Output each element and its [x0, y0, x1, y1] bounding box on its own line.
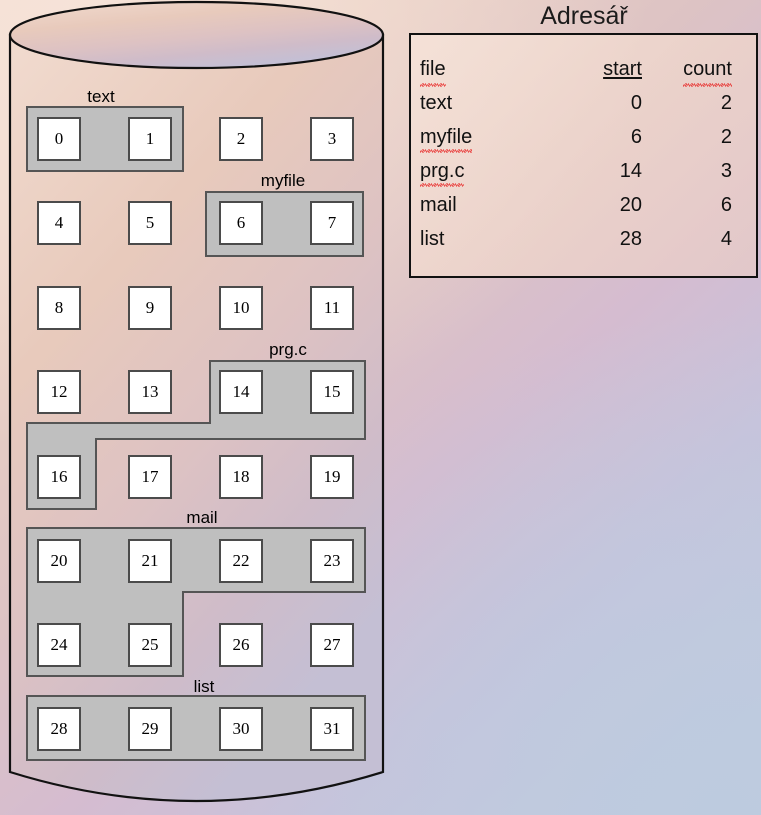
table-row: prg.c 14 3: [420, 154, 732, 188]
column-header-file: file: [420, 52, 552, 87]
cell-file: list: [420, 222, 552, 256]
disk-block-10: 10: [219, 286, 263, 330]
disk-block-29: 29: [128, 707, 172, 751]
region-label-prgc: prg.c: [269, 340, 307, 359]
disk-block-26: 26: [219, 623, 263, 667]
disk-block-3: 3: [310, 117, 354, 161]
disk-block-20: 20: [37, 539, 81, 583]
page-root: text myfile prg.c mail list 0 1 2 3 4 5 6 7 8 9 10…: [0, 0, 761, 815]
directory-table-body: text 0 2 myfile 6 2 prg.c 14 3 mail 20 6 list 28 4: [420, 86, 732, 256]
cell-count: 3: [720, 159, 732, 182]
cell-file-label: list: [420, 227, 445, 250]
disk-block-28: 28: [37, 707, 81, 751]
disk-block-18: 18: [219, 455, 263, 499]
table-row: mail 20 6: [420, 188, 732, 222]
disk-block-25: 25: [128, 623, 172, 667]
disk-block-31: 31: [310, 707, 354, 751]
disk-block-15: 15: [310, 370, 354, 414]
region-label-list: list: [193, 677, 215, 696]
table-row: myfile 6 2: [420, 120, 732, 154]
disk-block-17: 17: [128, 455, 172, 499]
column-header-count: count: [642, 52, 732, 87]
column-header-start-label: start: [603, 57, 642, 80]
disk-block-9: 9: [128, 286, 172, 330]
cell-file: text: [420, 86, 552, 120]
cell-start: 14: [619, 159, 642, 182]
disk-block-6: 6: [219, 201, 263, 245]
disk-block-13: 13: [128, 370, 172, 414]
cell-file: mail: [420, 188, 552, 222]
directory-table: file start count text 0 2 myfile 6 2 prg.c 14 3 m…: [409, 33, 758, 278]
cell-start: 0: [630, 91, 642, 114]
table-row: text 0 2: [420, 86, 732, 120]
table-header-row: file start count: [420, 52, 732, 87]
cell-start: 6: [630, 125, 642, 148]
disk-block-5: 5: [128, 201, 172, 245]
directory-title: Adresář: [540, 2, 628, 30]
cell-start: 20: [619, 193, 642, 216]
cell-file: myfile: [420, 120, 552, 154]
disk-block-0: 0: [37, 117, 81, 161]
disk-block-27: 27: [310, 623, 354, 667]
cell-file-label: text: [420, 91, 453, 114]
column-header-start: start: [552, 52, 642, 86]
cell-file: prg.c: [420, 154, 552, 188]
cell-count: 4: [720, 227, 732, 250]
disk-block-14: 14: [219, 370, 263, 414]
disk-block-23: 23: [310, 539, 354, 583]
column-header-file-label: file: [420, 57, 446, 87]
disk-block-22: 22: [219, 539, 263, 583]
disk-block-30: 30: [219, 707, 263, 751]
table-row: list 28 4: [420, 222, 732, 256]
cell-count: 6: [720, 193, 732, 216]
disk-block-12: 12: [37, 370, 81, 414]
cell-file-label: prg.c: [420, 159, 465, 187]
region-label-text: text: [87, 87, 115, 106]
disk-block-1: 1: [128, 117, 172, 161]
disk-block-19: 19: [310, 455, 354, 499]
disk-block-11: 11: [310, 286, 354, 330]
disk-block-24: 24: [37, 623, 81, 667]
directory-table-grid: file start count text 0 2 myfile 6 2 prg.c 14 3 m…: [420, 52, 732, 256]
disk-block-21: 21: [128, 539, 172, 583]
disk-block-7: 7: [310, 201, 354, 245]
region-label-mail: mail: [186, 508, 218, 527]
column-header-count-label: count: [683, 57, 732, 87]
disk-block-2: 2: [219, 117, 263, 161]
disk-block-4: 4: [37, 201, 81, 245]
cell-count: 2: [720, 125, 732, 148]
cell-start: 28: [619, 227, 642, 250]
cell-file-label: mail: [420, 193, 457, 216]
region-label-myfile: myfile: [260, 171, 306, 190]
cell-file-label: myfile: [420, 125, 473, 153]
disk-block-16: 16: [37, 455, 81, 499]
disk-block-8: 8: [37, 286, 81, 330]
cell-count: 2: [720, 91, 732, 114]
